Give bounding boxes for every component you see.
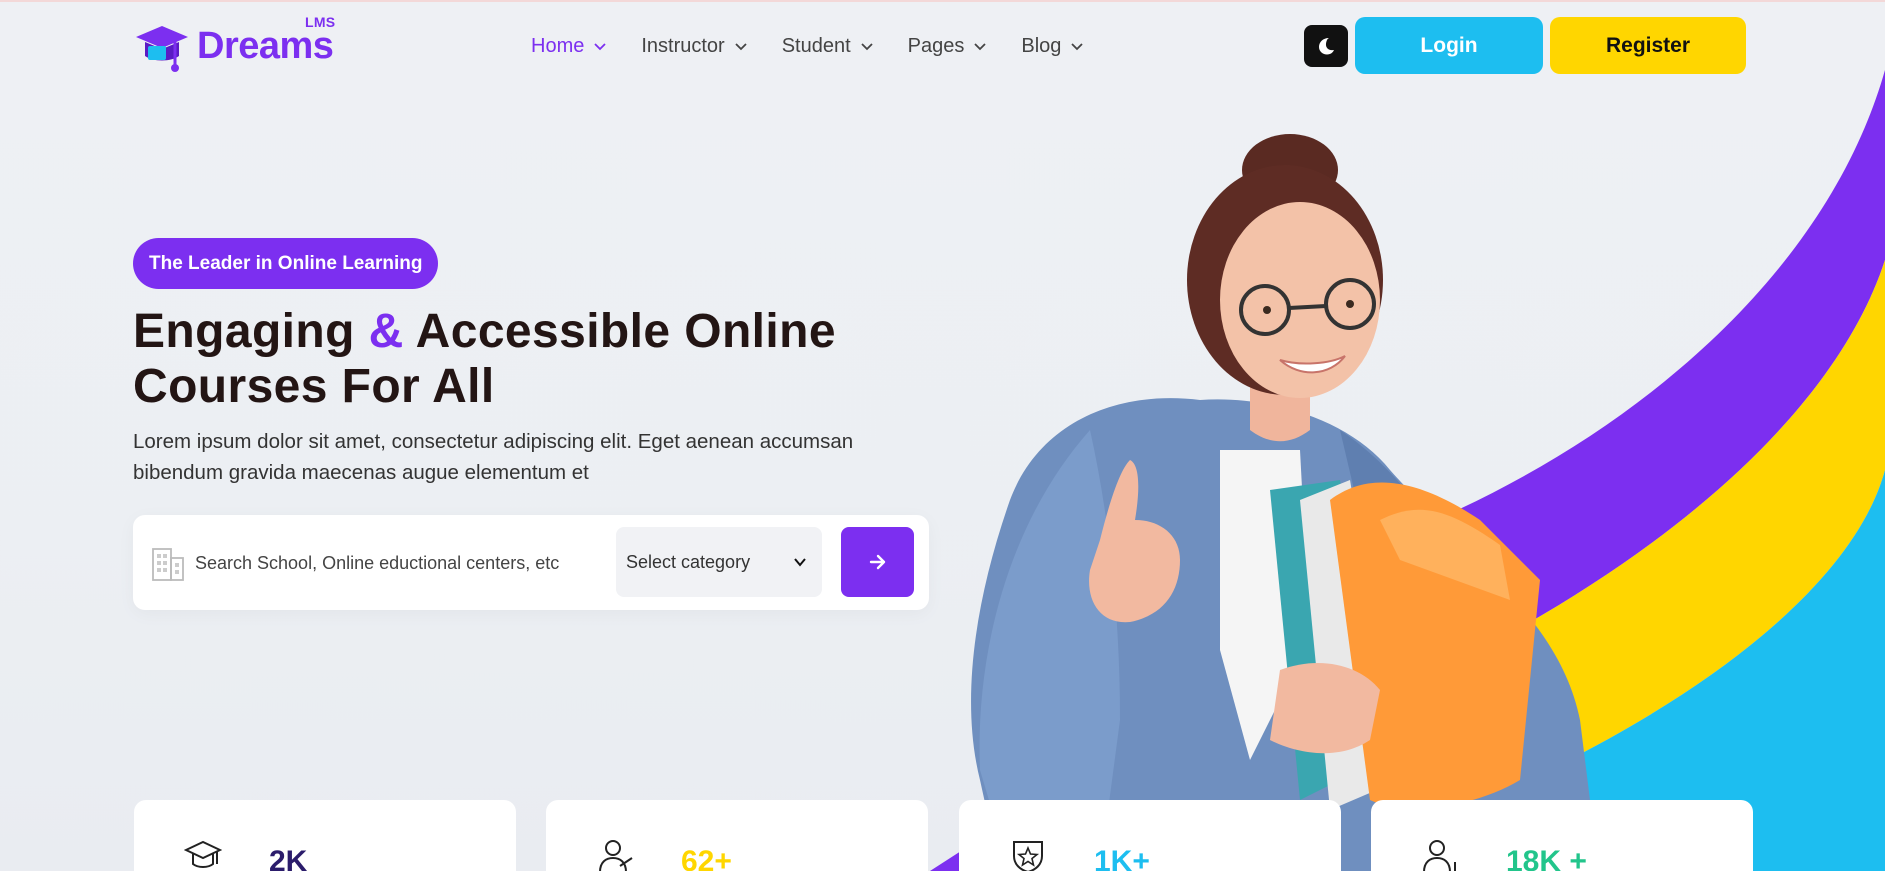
chevron-down-icon — [735, 43, 747, 51]
purple-stripe — [1330, 70, 1885, 720]
chevron-down-icon — [594, 43, 606, 51]
nav-item-student[interactable]: Student — [782, 35, 874, 58]
yellow-stripe — [1330, 260, 1885, 860]
student-icon — [1423, 840, 1456, 871]
nav-item-instructor[interactable]: Instructor — [641, 35, 747, 58]
stat-card-courses: 2K — [134, 800, 516, 871]
arrow-right-icon — [869, 554, 885, 570]
chevron-down-icon — [794, 558, 806, 567]
brand-name: Dreams LMS — [197, 13, 336, 67]
nav-item-label: Pages — [907, 34, 965, 57]
hero-title-amp: & — [368, 305, 404, 358]
hero-description: Lorem ipsum dolor sit amet, consectetur … — [133, 430, 854, 484]
nav-item-home[interactable]: Home — [531, 35, 607, 58]
main-nav: Home Instructor Student Pages Blog — [531, 26, 1118, 66]
graduation-cap-icon — [184, 840, 222, 868]
hero-title-part2: Accessible Online — [415, 305, 836, 358]
stat-card-students: 18K + — [1371, 800, 1753, 871]
stat-value: 18K + — [1506, 845, 1587, 871]
category-select-label: Select category — [626, 551, 751, 572]
nav-item-pages[interactable]: Pages — [908, 35, 988, 58]
nav-item-label: Student — [781, 34, 851, 57]
hero-title-line2: Courses For All — [133, 360, 495, 413]
chevron-down-icon — [861, 43, 873, 51]
search-bar: Select category — [133, 515, 929, 610]
award-badge-icon — [1013, 841, 1043, 871]
stat-value: 62+ — [681, 845, 732, 871]
student-figure — [971, 134, 1590, 871]
chevron-down-icon — [974, 43, 987, 51]
teacher-icon — [599, 840, 633, 871]
brand-sub: LMS — [304, 13, 336, 30]
login-button[interactable]: Login — [1355, 17, 1543, 74]
stat-value: 1K+ — [1094, 845, 1150, 871]
stat-card-awards: 1K+ — [959, 800, 1341, 871]
register-button[interactable]: Register — [1550, 17, 1746, 74]
graduation-cap-logo-icon — [136, 26, 188, 72]
building-icon — [152, 548, 184, 581]
chevron-down-icon — [1071, 43, 1084, 51]
stat-card-instructors: 62+ — [546, 800, 928, 871]
category-select[interactable]: Select category — [616, 527, 822, 597]
nav-item-label: Instructor — [641, 34, 725, 57]
moon-icon — [1319, 38, 1334, 55]
hero-title-part1: Engaging — [133, 305, 355, 358]
hero-title: Engaging & Accessible Online Courses For… — [133, 304, 893, 414]
brand-logo[interactable]: Dreams LMS — [133, 13, 343, 74]
hero-badge: The Leader in Online Learning — [133, 238, 439, 289]
search-submit-button[interactable] — [841, 527, 914, 597]
nav-item-blog[interactable]: Blog — [1021, 35, 1084, 58]
site-header: Dreams LMS Home Instructor Student Pages … — [0, 0, 1885, 92]
nav-item-label: Home — [531, 34, 585, 57]
stat-value: 2K — [269, 845, 308, 871]
nav-item-label: Blog — [1021, 34, 1062, 57]
theme-toggle-button[interactable] — [1304, 25, 1348, 67]
